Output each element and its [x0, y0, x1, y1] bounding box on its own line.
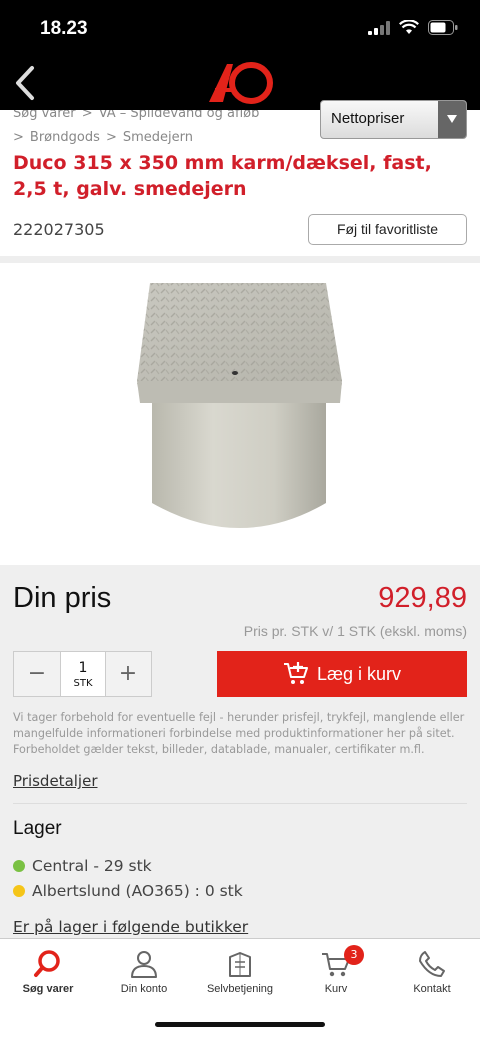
- price-value: 929,89: [378, 582, 467, 614]
- stock-heading: Lager: [13, 818, 62, 839]
- status-icons: [368, 20, 458, 35]
- tab-label: Din konto: [120, 983, 168, 995]
- quantity-value: 1: [78, 660, 88, 676]
- price-type-select[interactable]: Nettopriser: [320, 100, 467, 139]
- tab-label: Kontakt: [413, 983, 451, 995]
- breadcrumb-row-2: > Brøndgods > Smedejern: [13, 130, 194, 145]
- battery-icon: [428, 20, 458, 35]
- breadcrumb-link[interactable]: Smedejern: [123, 130, 193, 145]
- product-image[interactable]: [0, 263, 480, 565]
- product-sku: 222027305: [13, 220, 105, 239]
- product-photo: [137, 283, 342, 528]
- quantity-stepper: − 1 STK +: [13, 651, 152, 697]
- status-time: 18.23: [40, 18, 88, 39]
- back-arrow-icon[interactable]: [10, 64, 40, 102]
- cart-add-icon: [283, 662, 308, 684]
- stock-row: Central - 29 stk: [13, 857, 152, 875]
- phone-icon: [419, 951, 445, 977]
- add-to-cart-label: Læg i kurv: [316, 663, 402, 684]
- tab-label: Søg varer: [22, 983, 74, 995]
- divider: [13, 803, 467, 804]
- breadcrumb-link[interactable]: Brøndgods: [30, 130, 100, 145]
- stock-row-label: Albertslund (AO365) : 0 stk: [32, 882, 243, 900]
- price-heading: Din pris: [13, 582, 112, 614]
- user-icon: [131, 951, 157, 978]
- stock-yellow-dot-icon: [13, 885, 25, 897]
- stock-green-dot-icon: [13, 860, 25, 872]
- chevron-down-icon: [438, 101, 466, 138]
- breadcrumb-link[interactable]: Søg varer: [13, 110, 76, 121]
- stores-stock-link[interactable]: Er på lager i følgende butikker: [13, 918, 248, 936]
- wifi-icon: [399, 20, 419, 34]
- stock-row-label: Central - 29 stk: [32, 857, 152, 875]
- price-details-link[interactable]: Prisdetaljer: [13, 772, 98, 790]
- quantity-unit: STK: [73, 678, 93, 689]
- status-bar: 18.23: [0, 0, 480, 56]
- breadcrumb-row-1: Søg varer > VA – Spildevand og afløb: [13, 110, 259, 121]
- quantity-increase-button[interactable]: +: [105, 652, 151, 696]
- quantity-decrease-button[interactable]: −: [14, 652, 60, 696]
- price-unit-note: Pris pr. STK v/ 1 STK (ekskl. moms): [243, 623, 467, 639]
- search-icon: [34, 950, 60, 977]
- cart-count-badge: 3: [344, 945, 364, 965]
- add-to-favorites-button[interactable]: Føj til favoritliste: [308, 214, 467, 245]
- breadcrumb-link[interactable]: VA – Spildevand og afløb: [99, 110, 260, 121]
- signal-icon: [368, 20, 390, 35]
- product-title: Duco 315 x 350 mm karm/dæksel, fast, 2,5…: [13, 152, 432, 200]
- stock-row: Albertslund (AO365) : 0 stk: [13, 882, 243, 900]
- ao-logo[interactable]: [205, 60, 275, 106]
- divider: [0, 256, 480, 263]
- price-type-label: Nettopriser: [331, 110, 405, 127]
- add-to-cart-button[interactable]: Læg i kurv: [217, 651, 467, 697]
- self-service-icon: [229, 952, 251, 977]
- price-disclaimer: Vi tager forbehold for eventuelle fejl -…: [13, 711, 465, 756]
- tab-label: Kurv: [324, 983, 348, 995]
- home-indicator: [155, 1022, 325, 1027]
- tab-label: Selvbetjening: [206, 983, 274, 995]
- quantity-input[interactable]: 1 STK: [60, 652, 106, 696]
